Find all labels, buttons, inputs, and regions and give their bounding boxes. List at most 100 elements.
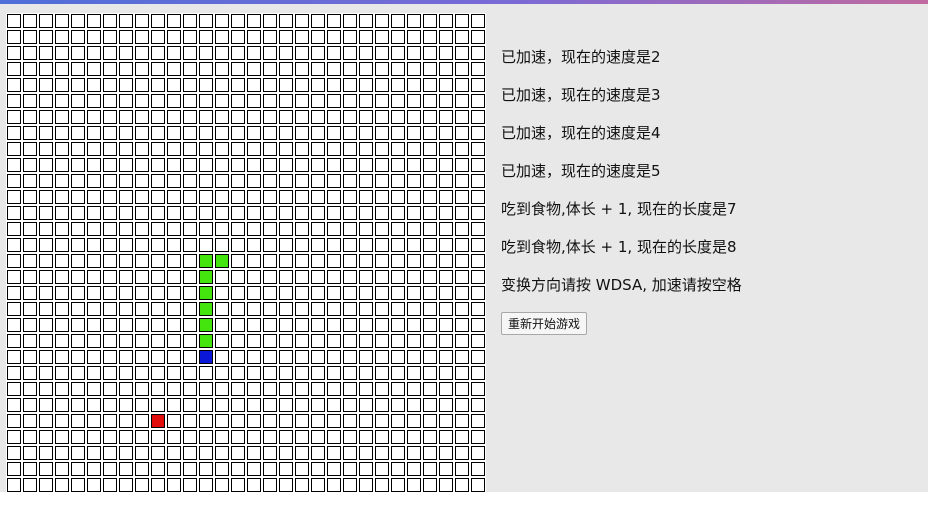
grid-cell xyxy=(247,398,261,412)
grid-cell xyxy=(343,254,357,268)
grid-cell xyxy=(231,110,245,124)
grid-cell xyxy=(263,318,277,332)
grid-cell xyxy=(295,254,309,268)
grid-cell xyxy=(327,462,341,476)
grid-cell xyxy=(215,286,229,300)
grid-cell xyxy=(311,206,325,220)
grid-cell xyxy=(135,110,149,124)
grid-cell xyxy=(7,46,21,60)
grid-cell xyxy=(151,238,165,252)
grid-cell xyxy=(39,206,53,220)
grid-cell xyxy=(343,238,357,252)
grid-cell xyxy=(471,302,485,316)
grid-cell xyxy=(407,126,421,140)
grid-cell xyxy=(279,430,293,444)
grid-cell xyxy=(247,286,261,300)
grid-cell xyxy=(183,30,197,44)
grid-cell xyxy=(471,206,485,220)
grid-cell xyxy=(263,462,277,476)
grid-cell xyxy=(103,46,117,60)
grid-cell xyxy=(39,46,53,60)
grid-cell xyxy=(311,462,325,476)
grid-cell xyxy=(247,46,261,60)
grid-cell xyxy=(471,366,485,380)
grid-cell xyxy=(311,46,325,60)
grid-cell xyxy=(391,254,405,268)
grid-cell xyxy=(183,318,197,332)
grid-cell xyxy=(7,94,21,108)
grid-cell xyxy=(279,238,293,252)
grid-cell xyxy=(343,94,357,108)
grid-cell xyxy=(455,30,469,44)
grid-cell xyxy=(407,318,421,332)
grid-cell xyxy=(279,206,293,220)
grid-cell xyxy=(215,78,229,92)
grid-cell xyxy=(199,78,213,92)
grid-cell xyxy=(375,414,389,428)
grid-cell xyxy=(23,206,37,220)
grid-cell xyxy=(327,158,341,172)
grid-cell xyxy=(343,430,357,444)
grid-cell xyxy=(231,190,245,204)
grid-cell xyxy=(55,30,69,44)
grid-cell xyxy=(135,382,149,396)
grid-cell xyxy=(359,366,373,380)
grid-cell xyxy=(359,430,373,444)
grid-cell xyxy=(23,14,37,28)
grid-cell xyxy=(327,206,341,220)
grid-cell xyxy=(167,286,181,300)
grid-cell xyxy=(247,14,261,28)
grid-cell xyxy=(375,430,389,444)
grid-cell xyxy=(439,158,453,172)
grid-cell xyxy=(87,238,101,252)
grid-cell xyxy=(7,286,21,300)
grid-cell xyxy=(391,334,405,348)
grid-cell xyxy=(55,174,69,188)
grid-cell xyxy=(87,206,101,220)
grid-cell xyxy=(199,46,213,60)
grid-cell xyxy=(471,126,485,140)
grid-cell xyxy=(247,222,261,236)
snake-head-cell xyxy=(199,350,213,364)
grid-cell xyxy=(279,398,293,412)
grid-cell xyxy=(359,30,373,44)
grid-cell xyxy=(7,350,21,364)
grid-cell xyxy=(439,142,453,156)
grid-cell xyxy=(167,126,181,140)
restart-game-button[interactable]: 重新开始游戏 xyxy=(501,312,588,335)
grid-cell xyxy=(359,78,373,92)
grid-cell xyxy=(375,190,389,204)
grid-cell xyxy=(327,446,341,460)
grid-cell xyxy=(7,14,21,28)
grid-cell xyxy=(327,62,341,76)
grid-cell xyxy=(167,94,181,108)
grid-cell xyxy=(199,174,213,188)
grid-cell xyxy=(439,94,453,108)
grid-cell xyxy=(279,46,293,60)
grid-cell xyxy=(71,462,85,476)
grid-cell xyxy=(343,78,357,92)
grid-cell xyxy=(39,78,53,92)
grid-cell xyxy=(151,382,165,396)
grid-cell xyxy=(439,478,453,492)
grid-cell xyxy=(183,430,197,444)
grid-cell xyxy=(71,62,85,76)
grid-cell xyxy=(183,270,197,284)
grid-cell xyxy=(183,62,197,76)
grid-cell xyxy=(343,334,357,348)
grid-cell xyxy=(7,30,21,44)
grid-cell xyxy=(375,446,389,460)
grid-cell xyxy=(439,110,453,124)
grid-cell xyxy=(455,478,469,492)
grid-cell xyxy=(359,382,373,396)
grid-cell xyxy=(135,462,149,476)
grid-cell xyxy=(343,398,357,412)
grid-cell xyxy=(167,270,181,284)
grid-cell xyxy=(231,206,245,220)
grid-cell xyxy=(247,318,261,332)
grid-cell xyxy=(375,94,389,108)
grid-cell xyxy=(423,334,437,348)
grid-cell xyxy=(87,366,101,380)
grid-cell xyxy=(135,254,149,268)
grid-cell xyxy=(407,222,421,236)
